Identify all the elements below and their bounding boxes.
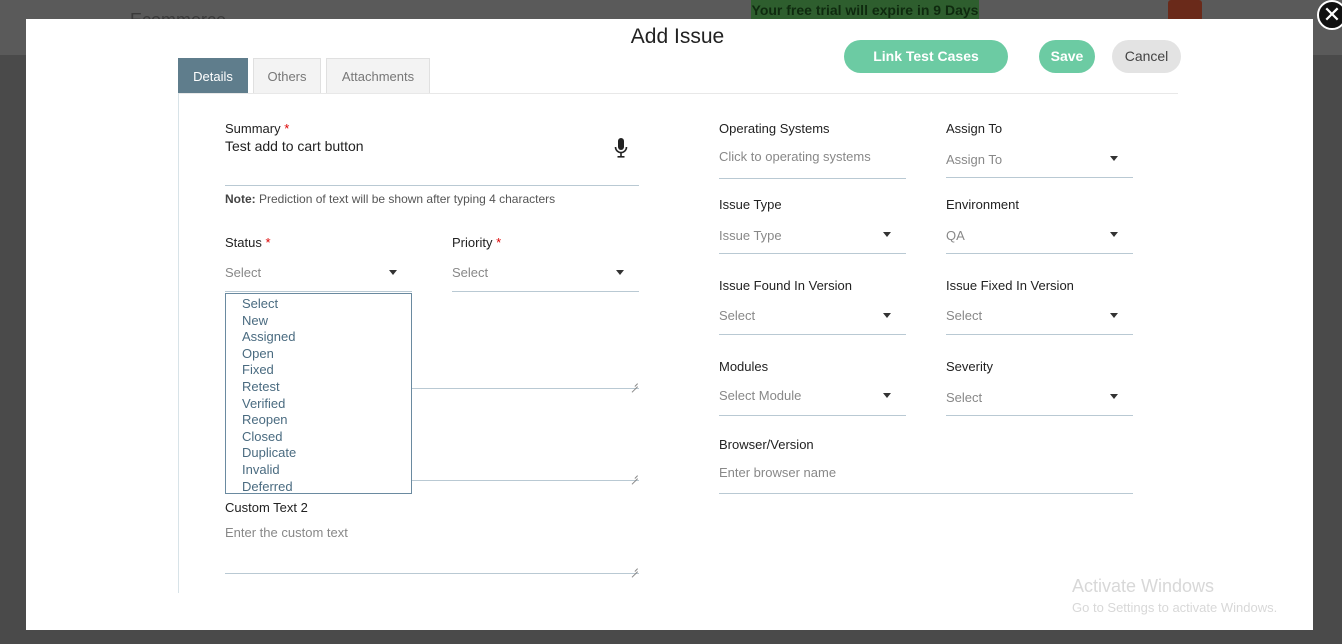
browser-version-input[interactable]: Enter browser name (719, 465, 836, 480)
priority-select[interactable]: Select (452, 265, 488, 280)
required-marker: * (496, 235, 502, 250)
summary-input[interactable]: Test add to cart button (225, 138, 364, 154)
status-label: Status * (225, 235, 271, 250)
issue-fixed-in-version-underline (946, 334, 1133, 335)
chevron-down-icon[interactable] (883, 232, 891, 237)
issue-type-label: Issue Type (719, 197, 782, 212)
note-text: Prediction of text will be shown after t… (255, 192, 556, 206)
priority-underline (452, 291, 639, 292)
issue-fixed-in-version-select[interactable]: Select (946, 308, 982, 323)
status-option[interactable]: Deferred (226, 479, 411, 496)
activate-windows-title: Activate Windows (1072, 576, 1215, 596)
chevron-down-icon[interactable] (1110, 394, 1118, 399)
chevron-down-icon[interactable] (883, 313, 891, 318)
priority-label-text: Priority (452, 235, 493, 250)
issue-fixed-in-version-label: Issue Fixed In Version (946, 278, 1074, 293)
operating-systems-underline (719, 178, 906, 179)
chevron-down-icon[interactable] (1110, 156, 1118, 161)
status-option[interactable]: Retest (226, 379, 411, 396)
tabs-divider (178, 93, 1178, 94)
resize-handle-icon[interactable] (630, 564, 638, 572)
status-option[interactable]: New (226, 313, 411, 330)
chevron-down-icon[interactable] (883, 393, 891, 398)
status-option[interactable]: Assigned (226, 329, 411, 346)
note-prefix: Note: (225, 192, 256, 206)
environment-underline (946, 253, 1133, 254)
status-option[interactable]: Invalid (226, 462, 411, 479)
status-dropdown-list: Select New Assigned Open Fixed Retest Ve… (225, 293, 412, 494)
assign-to-underline (946, 177, 1133, 178)
severity-underline (946, 415, 1133, 416)
severity-label: Severity (946, 359, 993, 374)
status-option[interactable]: Reopen (226, 412, 411, 429)
status-option[interactable]: Select (226, 296, 411, 313)
browser-version-underline (719, 493, 1133, 494)
modules-select[interactable]: Select Module (719, 388, 801, 403)
chevron-down-icon[interactable] (389, 270, 397, 275)
cancel-button[interactable]: Cancel (1112, 40, 1181, 73)
content-left-border (178, 93, 179, 593)
required-marker: * (265, 235, 271, 250)
status-option[interactable]: Fixed (226, 362, 411, 379)
resize-handle-icon[interactable] (630, 471, 638, 479)
tab-others[interactable]: Others (253, 58, 321, 94)
status-underline (225, 291, 412, 292)
save-button[interactable]: Save (1039, 40, 1095, 73)
environment-label: Environment (946, 197, 1019, 212)
issue-found-in-version-underline (719, 334, 906, 335)
custom-text-2-input[interactable]: Enter the custom text (225, 525, 348, 540)
status-label-text: Status (225, 235, 262, 250)
operating-systems-input[interactable]: Click to operating systems (719, 149, 871, 164)
chevron-down-icon[interactable] (1110, 313, 1118, 318)
priority-label: Priority * (452, 235, 501, 250)
browser-version-label: Browser/Version (719, 437, 814, 452)
custom-text-2-underline (225, 573, 639, 574)
link-test-cases-button[interactable]: Link Test Cases (844, 40, 1008, 73)
summary-underline (225, 185, 639, 186)
issue-type-select[interactable]: Issue Type (719, 228, 782, 243)
summary-label-text: Summary (225, 121, 281, 136)
summary-label: Summary * (225, 121, 289, 136)
status-option[interactable]: Closed (226, 429, 411, 446)
issue-type-underline (719, 253, 906, 254)
add-issue-modal: Add Issue Link Test Cases Save Cancel De… (26, 19, 1313, 630)
operating-systems-label: Operating Systems (719, 121, 830, 136)
activate-windows-subtitle: Go to Settings to activate Windows. (1072, 600, 1278, 615)
status-select[interactable]: Select (225, 265, 261, 280)
prediction-note: Note: Prediction of text will be shown a… (225, 192, 555, 206)
close-icon[interactable]: ✕ (1317, 0, 1342, 30)
status-option[interactable]: Verified (226, 396, 411, 413)
chevron-down-icon[interactable] (1110, 232, 1118, 237)
status-option[interactable]: Open (226, 346, 411, 363)
assign-to-select[interactable]: Assign To (946, 152, 1002, 167)
tab-attachments[interactable]: Attachments (326, 58, 430, 94)
issue-found-in-version-select[interactable]: Select (719, 308, 755, 323)
required-marker: * (284, 121, 290, 136)
modules-underline (719, 415, 906, 416)
modules-label: Modules (719, 359, 769, 374)
assign-to-label: Assign To (946, 121, 1003, 136)
trial-banner: Your free trial will expire in 9 Days (751, 0, 979, 20)
issue-found-in-version-label: Issue Found In Version (719, 278, 852, 293)
environment-select[interactable]: QA (946, 228, 965, 243)
microphone-icon[interactable] (614, 138, 628, 158)
tab-details[interactable]: Details (178, 58, 248, 94)
resize-handle-icon[interactable] (630, 379, 638, 387)
status-option[interactable]: Duplicate (226, 445, 411, 462)
severity-select[interactable]: Select (946, 390, 982, 405)
chevron-down-icon[interactable] (616, 270, 624, 275)
custom-text-2-label: Custom Text 2 (225, 500, 308, 515)
